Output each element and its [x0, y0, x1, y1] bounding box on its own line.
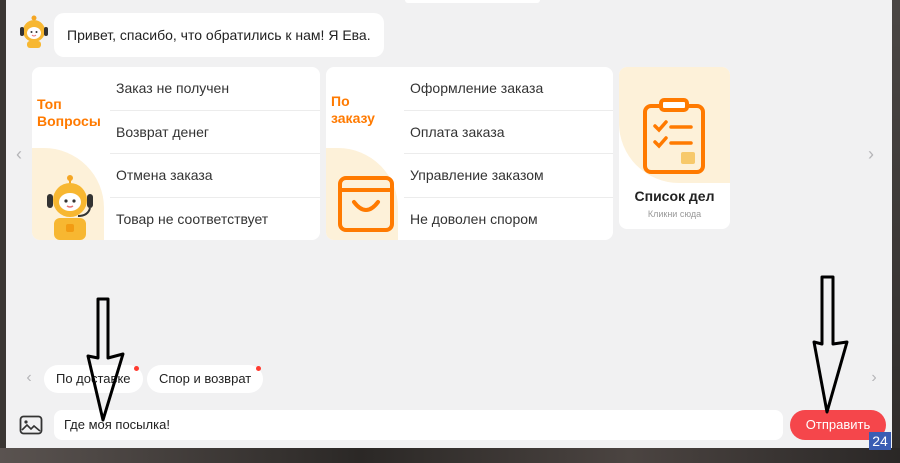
background-strip	[0, 448, 900, 463]
todo-title: Список дел	[634, 188, 715, 204]
chips-next-button[interactable]: ›	[866, 370, 882, 386]
chip-dispute-return[interactable]: Спор и возврат	[147, 365, 264, 393]
card-title: По заказу	[331, 93, 375, 127]
watermark-badge: 24	[869, 432, 891, 450]
todo-subtitle: Кликни сюда	[647, 209, 702, 219]
order-questions-list: Оформление заказа Оплата заказа Управлен…	[404, 67, 613, 240]
card-title-line: Вопросы	[37, 113, 101, 129]
previous-message-bubble	[405, 0, 540, 3]
image-upload-icon[interactable]	[19, 415, 43, 435]
todo-list-card[interactable]: Список дел Кликни сюда	[619, 67, 730, 229]
carousel-next-button[interactable]: ›	[863, 145, 879, 163]
question-item[interactable]: Оформление заказа	[404, 67, 613, 111]
annotation-arrow-right	[812, 275, 849, 414]
order-questions-card: По заказу Оформление заказа Оплата заказ…	[326, 67, 613, 240]
top-questions-list: Заказ не получен Возврат денег Отмена за…	[110, 67, 320, 240]
chip-notification-dot	[256, 366, 261, 371]
question-item[interactable]: Не доволен спором	[404, 198, 613, 241]
question-item[interactable]: Заказ не получен	[110, 67, 320, 111]
clipboard-icon	[641, 98, 707, 181]
message-input[interactable]: Где моя посылка!	[54, 410, 783, 440]
question-item[interactable]: Оплата заказа	[404, 111, 613, 154]
card-title-line: Топ	[37, 96, 62, 112]
card-title-line: заказу	[331, 110, 375, 126]
card-title-line: По	[331, 93, 350, 109]
chip-notification-dot	[134, 366, 139, 371]
question-item[interactable]: Возврат денег	[110, 111, 320, 154]
card-side-panel: По заказу	[326, 67, 404, 240]
chips-prev-button[interactable]: ‹	[21, 370, 37, 386]
carousel-prev-button[interactable]: ‹	[11, 145, 27, 163]
annotation-arrow-left	[86, 297, 125, 422]
bot-greeting-message: Привет, спасибо, что обратились к нам! Я…	[54, 13, 384, 57]
card-title: Топ Вопросы	[37, 96, 101, 130]
shopping-bag-icon	[336, 174, 396, 239]
window-edge	[892, 0, 900, 463]
card-side-panel: Топ Вопросы	[32, 67, 110, 240]
question-item[interactable]: Отмена заказа	[110, 154, 320, 198]
question-item[interactable]: Товар не соответствует	[110, 198, 320, 241]
bot-avatar-icon	[19, 14, 49, 48]
top-questions-card: Топ Вопросы Заказ не получен Возврат ден…	[32, 67, 320, 240]
robot-mascot-icon	[40, 174, 100, 240]
question-item[interactable]: Управление заказом	[404, 154, 613, 198]
